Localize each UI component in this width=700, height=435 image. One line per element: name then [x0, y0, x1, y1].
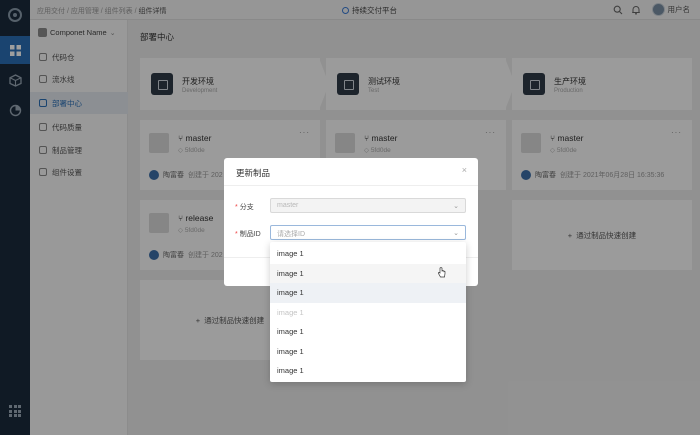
dropdown-option[interactable]: image 1 [270, 342, 466, 362]
dropdown-option: image 1 [277, 307, 304, 317]
dialog-title: 更新制品 [236, 168, 271, 178]
dropdown-option[interactable]: image 1 [270, 322, 466, 342]
artifact-id-select[interactable]: 请选择ID ⌄ [270, 225, 466, 240]
artifact-id-placeholder: 请选择ID [277, 231, 305, 238]
dropdown-option[interactable]: image 1 [270, 244, 466, 264]
dropdown-option[interactable]: image 1 [270, 361, 466, 381]
artifact-field-label: * 制品ID [235, 231, 261, 238]
chevron-down-icon: ⌄ [453, 203, 459, 210]
close-icon[interactable]: × [462, 165, 467, 175]
divider [224, 185, 478, 186]
branch-select: master ⌄ [270, 198, 466, 213]
dropdown-option[interactable]: image 1 [270, 283, 466, 303]
artifact-id-dropdown: image 1 image 1 image 1 image 1 image 1 … [270, 242, 466, 382]
branch-field-label: * 分支 [235, 204, 254, 211]
chevron-down-icon: ⌄ [453, 230, 459, 237]
branch-select-value: master [277, 202, 299, 209]
hand-cursor-icon [437, 267, 446, 278]
